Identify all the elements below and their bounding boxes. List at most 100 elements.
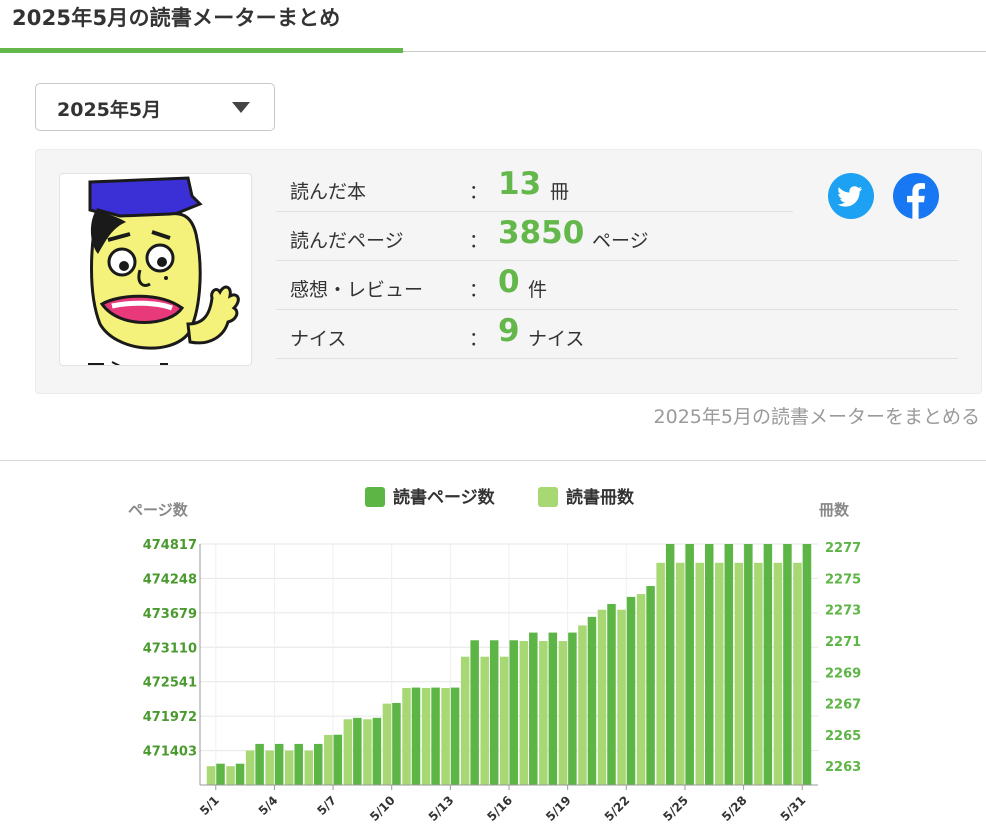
y-axis-right-title: 冊数 [819,501,850,519]
bar-pages [802,544,812,785]
x-tick-label: 5/22 [602,793,633,824]
page-title: 2025年5月の読書メーターまとめ [12,6,341,30]
twitter-share-button[interactable] [828,173,874,219]
bar-books [206,766,216,785]
stat-unit: ナイス [528,328,585,350]
bar-books [265,750,274,785]
chevron-down-icon[interactable] [232,102,250,113]
x-tick-label: 5/10 [367,793,398,824]
x-tick-label: 5/31 [778,793,809,824]
x-tick-label: 5/19 [543,793,574,824]
y-axis-left-title: ページ数 [128,501,189,519]
stat-colon: ： [469,230,489,252]
bar-books [597,609,607,785]
y-left-tick-label: 472541 [143,676,197,691]
bar-books [793,562,802,785]
avatar[interactable] [59,173,252,366]
bar-pages [392,702,401,785]
y-left-tick-label: 474248 [143,572,197,587]
stat-row-books: 読んだ本 ： 13 冊 [276,163,793,212]
stat-label: ナイス [290,328,347,350]
bar-books [656,562,665,785]
legend-label-pages[interactable]: 読書ページ数 [393,487,496,508]
bar-books [480,656,489,785]
stat-value-pages: 3850 [498,215,585,251]
y-right-tick-label: 2265 [825,729,861,744]
facebook-icon[interactable] [893,173,939,219]
bar-pages [783,544,792,785]
stat-label: 読んだ本 [290,181,367,203]
bar-pages [353,717,362,785]
y-left-tick-label: 471972 [143,710,197,725]
x-tick-label: 5/25 [660,793,691,824]
facebook-share-button[interactable] [893,173,939,219]
bar-pages [704,544,714,785]
stat-label: 読んだページ [290,230,404,252]
y-right-tick-label: 2275 [825,572,861,587]
y-right-tick-label: 2273 [825,604,861,619]
stat-value-nice: 9 [498,313,520,349]
bar-pages [333,734,343,785]
stat-unit: 冊 [550,181,570,203]
bar-pages [607,603,616,785]
bar-pages [763,544,773,785]
stat-colon: ： [469,328,489,350]
bar-pages [685,544,694,785]
bar-books [715,562,724,785]
x-tick-label: 5/13 [426,793,457,824]
bar-books [695,562,704,785]
bar-pages [587,616,597,785]
bar-pages [529,632,538,785]
bar-pages [489,640,499,785]
bar-books [754,562,763,785]
bar-pages [744,544,753,785]
x-tick-label: 5/28 [719,793,750,824]
bar-books [402,687,411,785]
avatar-illustration [88,176,240,365]
bar-books [578,625,587,785]
summary-create-link[interactable]: 2025年5月の読書メーターをまとめる [654,402,980,429]
bar-pages [255,743,264,785]
twitter-icon[interactable] [828,173,874,219]
legend-swatch-books[interactable] [538,487,558,507]
bar-pages [665,544,675,785]
bar-books [363,719,372,785]
bar-books [675,562,685,785]
stat-colon: ： [469,181,489,203]
reading-chart: 474817 474248 473679 473110 472541 471972 4714… [128,487,861,824]
y-right-tick-label: 2269 [825,666,861,681]
bar-pages [548,632,558,785]
legend-swatch-pages[interactable] [365,487,385,507]
bar-books [617,609,626,785]
legend-label-books[interactable]: 読書冊数 [566,487,635,508]
stat-unit: ページ [592,230,649,252]
bar-pages [235,763,245,785]
bar-pages [509,640,518,785]
month-select[interactable]: 2025年5月 [35,83,275,131]
bar-books [421,687,431,785]
bar-pages [568,632,577,785]
bar-books [519,641,529,785]
bar-pages [470,640,479,785]
x-tick-label: 5/1 [197,793,222,818]
y-right-tick-label: 2267 [825,698,861,713]
y-right-tick-label: 2263 [825,760,861,775]
bar-pages [646,586,655,785]
bar-books [500,656,509,785]
stat-unit: 件 [528,279,548,301]
bar-books [304,750,314,785]
y-right-tick-label: 2271 [825,635,861,650]
stat-row-pages: 読んだページ ： 3850 ページ [276,212,958,261]
stat-row-reviews: 感想・レビュー ： 0 件 [276,261,958,310]
bar-pages [450,687,460,785]
bar-books [460,656,470,785]
bar-books [226,766,235,785]
bar-pages [626,596,636,785]
bar-books [343,719,353,785]
bar-books [441,687,450,785]
chart-legend: 読書ページ数 読書冊数 [365,487,635,508]
y-left-tick-label: 473110 [143,641,197,656]
bar-books [773,562,783,785]
y-right-tick-label: 2277 [825,541,861,556]
bar-books [539,641,548,785]
